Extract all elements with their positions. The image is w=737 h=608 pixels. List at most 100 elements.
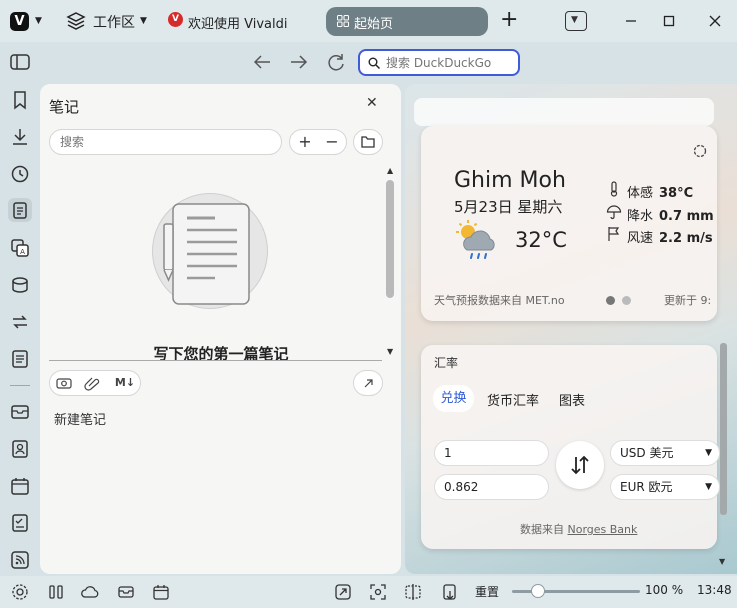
expand-icon (364, 379, 373, 388)
cloud-sync-icon[interactable] (80, 582, 102, 602)
settings-gear-icon[interactable] (10, 582, 30, 602)
weather-temperature: 32°C (515, 228, 567, 252)
feels-like-value: 38°C (659, 186, 694, 201)
back-button[interactable] (250, 50, 274, 74)
precip-label: 降水 (627, 209, 654, 224)
calendar-status-icon[interactable] (151, 582, 171, 602)
dropdown-arrow-icon: ▼ (705, 448, 712, 458)
attachment-icon[interactable] (81, 374, 103, 392)
scroll-down-icon[interactable]: ▼ (719, 557, 725, 566)
close-window-button[interactable] (704, 10, 726, 32)
feels-like-row: 体感 38°C (627, 182, 693, 201)
currency-from-select[interactable]: USD 美元 ▼ (610, 440, 720, 466)
sync-icon[interactable] (8, 310, 32, 334)
thermometer-icon (607, 181, 621, 197)
tile-panels-icon[interactable] (46, 582, 66, 602)
notes-icon[interactable] (8, 198, 32, 222)
start-page-search-strip[interactable] (414, 98, 714, 126)
feeds-icon[interactable] (8, 548, 32, 572)
weather-city: Ghim Moh (454, 168, 566, 193)
mail-icon[interactable] (8, 400, 32, 424)
start-page-scrollbar[interactable] (720, 343, 727, 515)
umbrella-icon (606, 204, 622, 220)
amount-from-input[interactable] (434, 440, 549, 466)
reading-list-icon[interactable] (8, 273, 32, 297)
address-search-input[interactable] (386, 53, 516, 72)
chevron-down-icon: ▼ (571, 15, 578, 25)
contacts-icon[interactable] (8, 437, 32, 461)
reload-button[interactable] (324, 50, 348, 74)
history-icon[interactable] (8, 162, 32, 186)
mail-status-icon[interactable] (116, 582, 136, 602)
scroll-down-icon[interactable]: ▼ (387, 347, 393, 356)
tab-welcome-vivaldi[interactable]: 欢迎使用 Vivaldi (188, 13, 288, 32)
currency-source-prefix: 数据来自 (520, 523, 564, 536)
notes-scrollbar[interactable] (386, 180, 394, 298)
tasks-icon[interactable] (8, 511, 32, 535)
tab-start-page[interactable]: 起始页 (326, 7, 488, 36)
notes-panel (40, 84, 401, 574)
maximize-button[interactable] (658, 10, 680, 32)
tab-chart[interactable]: 图表 (559, 390, 585, 409)
weather-page-dot[interactable] (622, 296, 631, 305)
notes-search-input[interactable] (49, 129, 282, 155)
tab-list-button[interactable]: ▼ (565, 11, 587, 31)
address-search-field[interactable] (358, 49, 520, 76)
tab-convert[interactable]: 兑换 (433, 385, 474, 412)
tab-start-page-label: 起始页 (354, 17, 394, 32)
speed-dial-grid-icon (337, 15, 349, 27)
feels-like-label: 体感 (627, 186, 654, 201)
minimize-button[interactable] (620, 10, 642, 32)
panel-toggle-icon[interactable] (8, 50, 32, 74)
page-tiling-icon[interactable] (403, 582, 423, 602)
delete-note-button[interactable]: − (318, 129, 346, 155)
currency-source: 数据来自 Norges Bank (520, 521, 637, 537)
translate-icon[interactable]: A (8, 236, 32, 260)
bookmarks-icon[interactable] (8, 88, 32, 112)
currency-title: 汇率 (434, 356, 459, 370)
page-actions-icon[interactable] (440, 582, 460, 602)
weather-source: 天气预报数据来自 MET.no (434, 294, 565, 307)
currency-to-value: EUR 欧元 (620, 480, 673, 494)
workspace-chevron-icon[interactable]: ▼ (140, 16, 147, 26)
search-icon (368, 57, 380, 69)
folder-icon (361, 136, 375, 148)
tab-rates[interactable]: 货币汇率 (487, 390, 539, 409)
forward-button[interactable] (287, 50, 311, 74)
camera-icon[interactable] (53, 374, 75, 392)
markdown-icon[interactable]: M↓ (114, 374, 136, 392)
scroll-up-icon[interactable]: ▲ (387, 166, 393, 175)
weather-date: 5月23日 星期六 (454, 198, 563, 216)
capture-icon[interactable] (333, 582, 353, 602)
norges-bank-link[interactable]: Norges Bank (568, 523, 638, 536)
wind-flag-icon (607, 226, 621, 242)
currency-to-select[interactable]: EUR 欧元 ▼ (610, 474, 720, 500)
downloads-icon[interactable] (8, 125, 32, 149)
swap-currencies-button[interactable] (556, 441, 604, 489)
new-note-item[interactable]: 新建笔记 (54, 409, 106, 428)
workspace-label[interactable]: 工作区 (93, 12, 135, 32)
zoom-slider-thumb[interactable] (530, 584, 545, 598)
refresh-weather-icon[interactable] (691, 142, 709, 160)
partly-cloudy-rain-icon (453, 218, 501, 262)
weather-page-dot-active[interactable] (606, 296, 615, 305)
new-folder-button[interactable] (353, 129, 383, 155)
notes-divider (49, 360, 382, 361)
calendar-icon[interactable] (8, 474, 32, 498)
amount-to-input[interactable] (434, 474, 549, 500)
expand-note-button[interactable] (353, 370, 383, 396)
workspace-layers-icon[interactable] (66, 11, 86, 31)
precip-value: 0.7 mm (659, 209, 714, 224)
add-note-button[interactable]: + (291, 129, 319, 155)
vivaldi-menu-button[interactable]: V (10, 12, 29, 31)
zoom-reset-button[interactable]: 重置 (475, 583, 499, 600)
swap-arrows-icon (571, 455, 589, 475)
empty-notes-illustration (152, 193, 268, 309)
precip-row: 降水 0.7 mm (627, 205, 714, 224)
vivaldi-tab-favicon-icon: V (168, 12, 183, 27)
vivaldi-menu-chevron-icon[interactable]: ▼ (35, 16, 42, 26)
new-tab-button[interactable]: + (500, 8, 518, 32)
close-panel-button[interactable]: ✕ (366, 95, 378, 111)
screenshot-icon[interactable] (368, 582, 388, 602)
reader-icon[interactable] (8, 347, 32, 371)
